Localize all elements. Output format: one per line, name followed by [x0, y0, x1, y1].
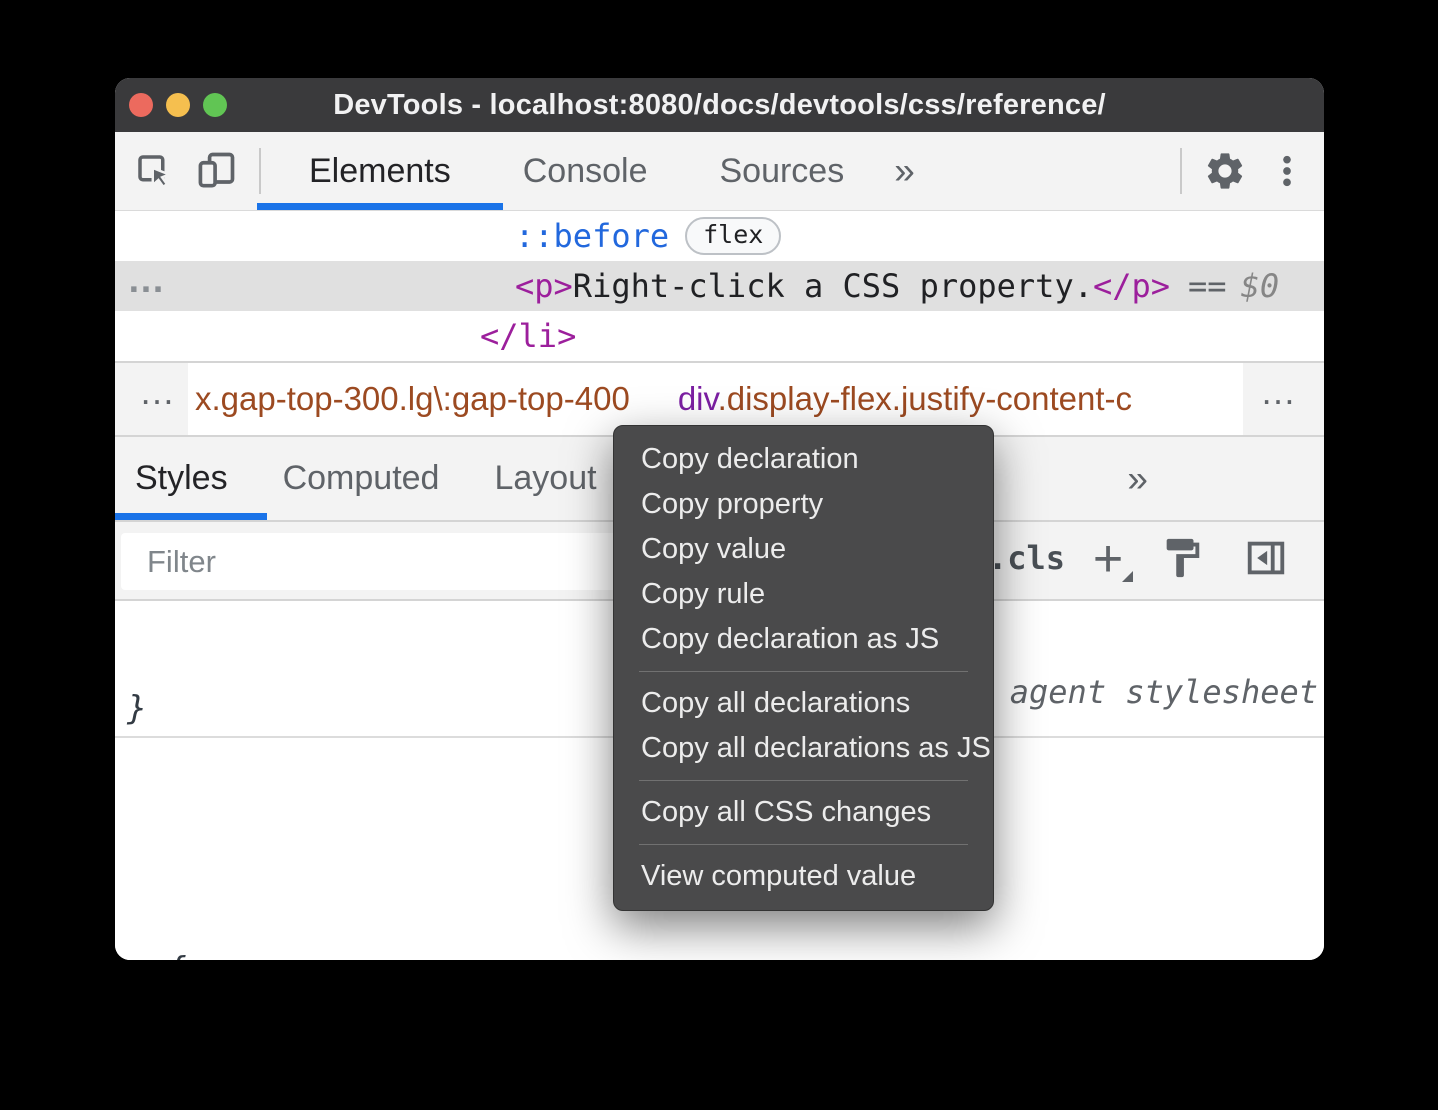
breadcrumb-overflow-right[interactable]: … [1260, 371, 1298, 413]
plus-icon: + [1093, 529, 1123, 589]
css-selector-line[interactable]: p { [127, 945, 1324, 960]
menu-divider [639, 780, 968, 781]
p-open-tag: <p> [515, 267, 573, 305]
dollar-zero-ref: $0 [1241, 267, 1280, 305]
p-text: Right-click a CSS property. [573, 267, 1093, 305]
toggle-device-toolbar-button[interactable] [185, 142, 247, 200]
dom-node-li-close[interactable]: </li> [115, 311, 1324, 361]
dom-node-before[interactable]: ::before flex [115, 211, 1324, 261]
element-classes-button[interactable]: .cls [988, 522, 1065, 594]
rendering-emulation-button[interactable] [1159, 535, 1205, 586]
css-open-brace: { [167, 949, 187, 960]
panel-tabs: Elements Console Sources » [273, 132, 921, 210]
titlebar: DevTools - localhost:8080/docs/devtools/… [115, 78, 1324, 132]
tab-computed[interactable]: Computed [283, 437, 440, 520]
toggle-sidebar-button[interactable] [1243, 535, 1289, 586]
inspect-icon [133, 150, 175, 192]
screenshot-root: DevTools - localhost:8080/docs/devtools/… [0, 0, 1438, 1110]
context-menu: Copy declaration Copy property Copy valu… [613, 425, 994, 911]
li-close-tag: </li> [480, 317, 576, 355]
menu-item-copy-all-css-changes[interactable]: Copy all CSS changes [614, 790, 993, 835]
kebab-menu-icon [1267, 151, 1307, 191]
kebab-menu-button[interactable] [1256, 142, 1318, 200]
tab-elements[interactable]: Elements [273, 132, 487, 210]
breadcrumb-div-tag: div [678, 380, 718, 417]
equals-sign: == [1188, 267, 1227, 305]
tab-sources[interactable]: Sources [683, 132, 880, 210]
elements-dom-tree: ::before flex … <p>Right-click a CSS pro… [115, 211, 1324, 361]
menu-divider [639, 671, 968, 672]
inspect-element-button[interactable] [123, 142, 185, 200]
breadcrumb-overflow-left[interactable]: … [139, 371, 177, 413]
window-title: DevTools - localhost:8080/docs/devtools/… [115, 89, 1324, 122]
menu-item-view-computed-value[interactable]: View computed value [614, 854, 993, 899]
menu-item-copy-property[interactable]: Copy property [614, 482, 993, 527]
flex-badge[interactable]: flex [685, 217, 781, 255]
sidebar-toggle-icon [1243, 535, 1289, 581]
p-close-tag: </p> [1093, 267, 1170, 305]
dom-overflow-dots: … [127, 259, 169, 302]
menu-divider [639, 844, 968, 845]
tab-console[interactable]: Console [487, 132, 684, 210]
menu-item-copy-all-declarations[interactable]: Copy all declarations [614, 681, 993, 726]
tab-layout[interactable]: Layout [494, 437, 596, 520]
device-toolbar-icon [194, 149, 238, 193]
toolbar-divider-right [1180, 148, 1182, 194]
breadcrumb-item-gap[interactable]: x.gap-top-300.lg\:gap-top-400 [195, 380, 630, 418]
menu-item-copy-declaration-as-js[interactable]: Copy declaration as JS [614, 617, 993, 662]
breadcrumb-div-classes: .display-flex.justify-content-c [718, 380, 1132, 417]
more-sidebar-tabs-button[interactable]: » [1127, 437, 1148, 520]
breadcrumb-item-div[interactable]: div.display-flex.justify-content-c [678, 380, 1132, 418]
menu-item-copy-all-declarations-as-js[interactable]: Copy all declarations as JS [614, 726, 993, 771]
more-panels-button[interactable]: » [888, 150, 921, 192]
gear-icon [1203, 149, 1247, 193]
menu-item-copy-declaration[interactable]: Copy declaration [614, 437, 993, 482]
new-style-rule-button[interactable]: + [1075, 524, 1141, 594]
tab-styles[interactable]: Styles [135, 437, 228, 520]
css-selector: p [127, 949, 147, 960]
paintbrush-icon [1159, 535, 1205, 581]
menu-item-copy-rule[interactable]: Copy rule [614, 572, 993, 617]
main-toolbar: Elements Console Sources » [115, 132, 1324, 211]
menu-item-copy-value[interactable]: Copy value [614, 527, 993, 572]
pseudo-element-label: ::before [515, 217, 669, 255]
plus-dropdown-corner [1122, 571, 1133, 582]
dom-node-p-selected[interactable]: … <p>Right-click a CSS property.</p> == … [115, 261, 1324, 311]
settings-button[interactable] [1194, 142, 1256, 200]
toolbar-divider [259, 148, 261, 194]
